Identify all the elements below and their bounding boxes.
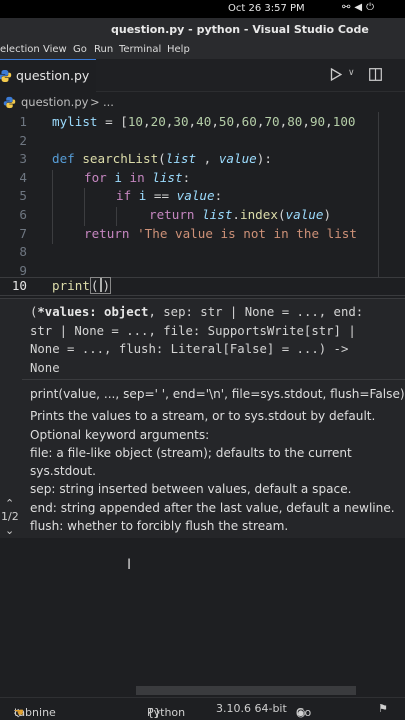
code-line: 3 def searchList(list , value): [0, 151, 405, 170]
line-number: 6 [19, 207, 27, 222]
system-clock: Oct 26 3:57 PM [228, 3, 305, 14]
line-number: 5 [19, 188, 27, 204]
line-number: 8 [19, 244, 27, 260]
system-bar: Oct 26 3:57 PM ⚯◀⏻ [0, 0, 405, 18]
code-editor[interactable]: 1 mylist = [10,20,30,40,50,60,70,80,90,1… [0, 112, 405, 298]
documentation-text: print(value, ..., sep=' ', end='\n', fil… [30, 387, 405, 534]
split-editor-icon[interactable] [369, 68, 382, 81]
breadcrumb-symbols[interactable]: ... [103, 95, 114, 109]
line-number: 1 [19, 114, 27, 129]
signature-help-popup: (*values: object, sep: str | None = ...,… [0, 298, 405, 538]
tab-label: question.py [16, 68, 90, 83]
window-title: question.py - python - Visual Studio Cod… [111, 23, 369, 36]
menu-terminal[interactable]: Terminal [119, 44, 161, 55]
text-cursor [99, 278, 102, 293]
window-titlebar: question.py - python - Visual Studio Cod… [0, 18, 405, 42]
code-line: 7 return 'The value is not in the list [0, 225, 405, 245]
code-line: 4 for i in list: [0, 169, 405, 189]
line-number: 3 [19, 151, 27, 167]
breadcrumb: question.py > ... [0, 93, 405, 112]
indent-guide [52, 169, 53, 189]
code-line: 8 [0, 244, 405, 263]
code-text: def searchList(list , value): [52, 151, 272, 167]
line-number: 10 [11, 278, 27, 294]
indent-guide [52, 188, 53, 207]
line-number: 2 [19, 132, 27, 148]
indent-guide [52, 207, 53, 226]
notifications-icon[interactable]: ⚑ [378, 702, 388, 715]
tab-bar: question.py ∨ [0, 59, 405, 92]
menu-go[interactable]: Go [73, 44, 87, 55]
popup-divider [22, 379, 405, 380]
editor-empty-area [0, 538, 405, 695]
signature-text: (*values: object, sep: str | None = ...,… [30, 305, 364, 375]
breadcrumb-separator: > [90, 95, 100, 109]
line-number: 4 [19, 169, 27, 185]
bracket-match: () [89, 277, 112, 295]
breadcrumb-file[interactable]: question.py [21, 95, 88, 109]
code-line-current: 10 print() [0, 277, 405, 296]
mouse-ibeam-icon: Ι [127, 557, 132, 573]
status-bar: ◇ tabnine starter ☚ {} Python 3.10.6 64-… [0, 697, 405, 720]
code-text: if i == value: [116, 188, 223, 204]
chevron-up-icon[interactable]: ⌃ [5, 497, 14, 510]
code-text: mylist = [10,20,30,40,50,60,70,80,90,100 [52, 114, 356, 129]
python-interpreter[interactable]: 3.10.6 64-bit [216, 702, 287, 715]
system-tray-icons: ⚯◀⏻ [342, 2, 378, 13]
menu-run[interactable]: Run [94, 44, 113, 55]
tabnine-hand-icon: ☚ [14, 706, 24, 719]
network-icon: ⚯ [342, 2, 355, 13]
indent-guide [84, 188, 85, 207]
menu-bar: election View Go Run Terminal Help [0, 42, 405, 59]
overload-count: 1/2 [1, 510, 19, 523]
indent-guide [52, 225, 53, 245]
menu-selection[interactable]: election [0, 44, 40, 55]
run-icon[interactable] [330, 68, 342, 81]
code-line: 6 return list.index(value) [0, 207, 405, 226]
indent-guide [84, 207, 85, 226]
minimap-edge [378, 112, 379, 277]
line-number: 7 [19, 225, 27, 241]
code-line: 1 mylist = [10,20,30,40,50,60,70,80,90,1… [0, 114, 405, 133]
indent-guide [116, 207, 117, 226]
horizontal-scrollbar[interactable] [136, 686, 356, 695]
menu-help[interactable]: Help [167, 44, 190, 55]
code-line: 5 if i == value: [0, 188, 405, 207]
chevron-down-icon[interactable]: ∨ [348, 68, 355, 78]
code-line: 2 [0, 133, 405, 152]
python-file-icon [3, 96, 16, 109]
code-text: print() [52, 277, 112, 295]
code-text: return 'The value is not in the list [84, 225, 357, 241]
chevron-down-icon[interactable]: ⌄ [5, 524, 14, 537]
menu-view[interactable]: View [43, 44, 67, 55]
volume-icon: ◀ [354, 2, 367, 13]
power-icon: ⏻ [366, 2, 379, 13]
code-text: for i in list: [84, 169, 191, 185]
python-file-icon [0, 70, 12, 82]
line-number: 9 [19, 262, 27, 278]
code-text: return list.index(value) [149, 207, 332, 222]
tab-question-py[interactable]: question.py [0, 59, 96, 92]
